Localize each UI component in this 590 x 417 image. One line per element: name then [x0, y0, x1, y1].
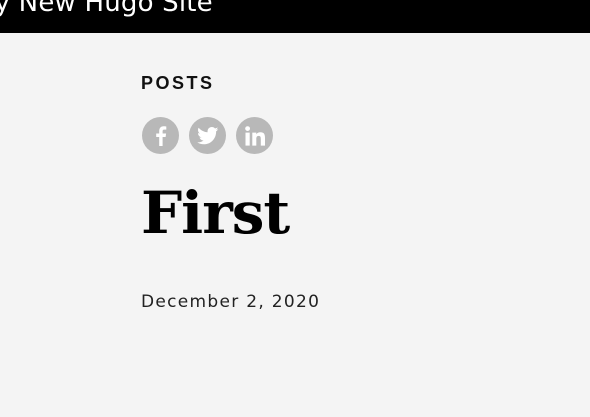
- post-content: POSTS First December 2, 2020: [141, 70, 319, 312]
- share-facebook-button[interactable]: [142, 117, 179, 154]
- post-title: First: [141, 179, 290, 247]
- post-date: December 2, 2020: [141, 292, 321, 312]
- facebook-icon: [155, 125, 166, 146]
- site-title-link[interactable]: My New Hugo Site: [0, 0, 213, 18]
- share-linkedin-button[interactable]: [236, 117, 273, 154]
- site-header: My New Hugo Site: [0, 0, 590, 33]
- section-label[interactable]: POSTS: [141, 70, 215, 96]
- share-twitter-button[interactable]: [189, 117, 226, 154]
- twitter-icon: [196, 126, 218, 144]
- linkedin-icon: [244, 125, 265, 146]
- share-buttons: [142, 117, 273, 154]
